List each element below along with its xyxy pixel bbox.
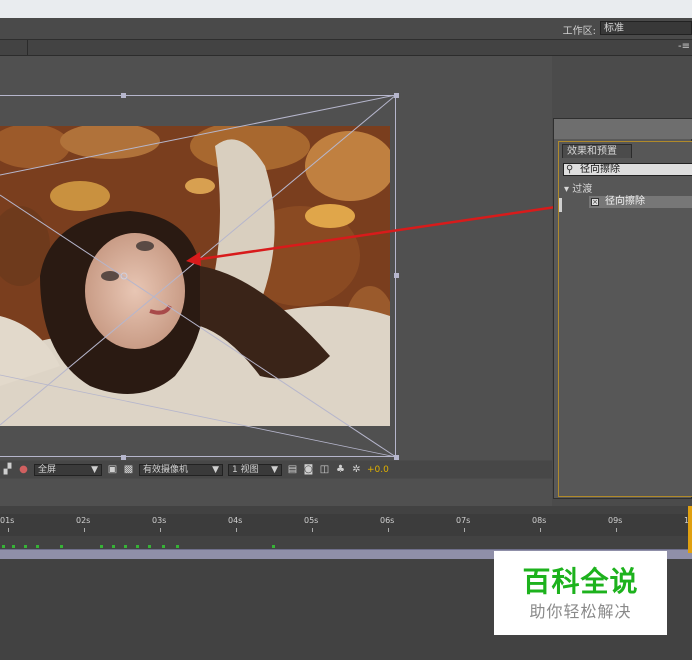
- chevron-down-icon: ▼: [271, 464, 278, 475]
- resolution-value: 全屏: [38, 464, 57, 475]
- category-label: 过渡: [572, 184, 593, 195]
- current-time-indicator[interactable]: [688, 506, 692, 553]
- watermark-logo: 百科全说 助你轻松解决: [494, 551, 667, 635]
- effects-presets-panel: 效果和预置 ⚲ 径向擦除 ▾ 过渡 × 径向擦除: [553, 118, 692, 499]
- effect-icon: ×: [591, 198, 599, 206]
- panel-tab-bar: -≡: [0, 40, 692, 56]
- marker-dot: [36, 545, 39, 548]
- tick-label: 08s: [532, 516, 547, 525]
- camera-dropdown[interactable]: 有效摄像机 ▼: [139, 463, 223, 476]
- camera-value: 有效摄像机: [143, 464, 189, 475]
- tick-mark: [312, 528, 313, 532]
- transform-handle[interactable]: [394, 273, 399, 278]
- marker-dot: [2, 545, 5, 548]
- time-ruler[interactable]: 01s02s03s04s05s06s07s08s09s10: [0, 514, 692, 536]
- chevron-down-icon: ▼: [212, 464, 219, 475]
- tick-mark: [84, 528, 85, 532]
- tick-mark: [464, 528, 465, 532]
- marker-dot: [124, 545, 127, 548]
- workspace-label: 工作区:: [562, 26, 596, 37]
- transform-handle[interactable]: [394, 455, 399, 460]
- effects-search-input[interactable]: ⚲ 径向擦除: [563, 163, 692, 176]
- tick-label: 04s: [228, 516, 243, 525]
- floating-panel-titlebar[interactable]: [554, 119, 692, 139]
- tick-mark: [236, 528, 237, 532]
- panel-scrollbar[interactable]: [559, 198, 562, 212]
- tick-mark: [540, 528, 541, 532]
- tick-label: 05s: [304, 516, 319, 525]
- triangle-down-icon: ▾: [564, 184, 570, 195]
- marker-dot: [100, 545, 103, 548]
- marker-dot: [24, 545, 27, 548]
- watermark-title: 百科全说: [522, 565, 639, 598]
- tick-label: 09s: [608, 516, 623, 525]
- tab-divider: [27, 40, 28, 55]
- exposure-value[interactable]: +0.0: [367, 465, 389, 475]
- transform-handle[interactable]: [121, 93, 126, 98]
- pixel-aspect-icon[interactable]: ▤: [287, 464, 298, 475]
- flowchart-icon[interactable]: ♣: [335, 464, 346, 475]
- panel-gap: [0, 479, 552, 506]
- views-dropdown[interactable]: 1 视图 ▼: [228, 463, 282, 476]
- marker-dot: [148, 545, 151, 548]
- tick-label: 06s: [380, 516, 395, 525]
- effect-item-label: 径向擦除: [605, 196, 645, 207]
- region-of-interest-icon[interactable]: ▣: [107, 464, 118, 475]
- transparency-grid-icon[interactable]: ▩: [123, 464, 134, 475]
- category-transition[interactable]: ▾ 过渡: [564, 180, 592, 195]
- marker-dot: [60, 545, 63, 548]
- resolution-dropdown[interactable]: 全屏 ▼: [34, 463, 102, 476]
- marker-dot: [162, 545, 165, 548]
- tick-label: 07s: [456, 516, 471, 525]
- transform-handle[interactable]: [394, 93, 399, 98]
- color-channels-icon[interactable]: ●: [18, 464, 29, 475]
- panel-menu-icon[interactable]: -≡: [678, 41, 690, 52]
- marker-dot: [176, 545, 179, 548]
- tick-mark: [8, 528, 9, 532]
- tick-label: 02s: [76, 516, 91, 525]
- tick-mark: [616, 528, 617, 532]
- transform-handle[interactable]: [121, 455, 126, 460]
- tab-effects-presets[interactable]: 效果和预置: [562, 144, 632, 158]
- effects-panel-body: 效果和预置 ⚲ 径向擦除 ▾ 过渡 × 径向擦除: [558, 141, 692, 497]
- workspace-select[interactable]: 标准: [600, 21, 692, 35]
- timeline-icon[interactable]: ◫: [319, 464, 330, 475]
- views-value: 1 视图: [232, 464, 259, 475]
- workspace-bar: 工作区: 标准: [0, 18, 692, 40]
- search-icon: ⚲: [566, 164, 574, 175]
- marker-dot: [112, 545, 115, 548]
- fast-preview-icon[interactable]: ◙: [303, 464, 314, 475]
- tick-mark: [388, 528, 389, 532]
- tick-mark: [160, 528, 161, 532]
- search-value: 径向擦除: [580, 164, 620, 175]
- annotation-arrow: [186, 200, 591, 266]
- exposure-icon[interactable]: ✲: [351, 464, 362, 475]
- marker-dot: [272, 545, 275, 548]
- watermark-subtitle: 助你轻松解决: [529, 602, 632, 621]
- tick-label: 01s: [0, 516, 15, 525]
- tick-label: 03s: [152, 516, 167, 525]
- chevron-down-icon: ▼: [91, 464, 98, 475]
- browser-top-strip: [0, 0, 692, 18]
- marker-dot: [136, 545, 139, 548]
- toggle-mask-icon[interactable]: ▞: [2, 464, 13, 475]
- effect-item-radial-wipe[interactable]: × 径向擦除: [589, 196, 692, 208]
- marker-dot: [12, 545, 15, 548]
- viewer-toolbar: ▞ ● 全屏 ▼ ▣ ▩ 有效摄像机 ▼ 1 视图 ▼ ▤ ◙ ◫ ♣ ✲ +0…: [0, 461, 552, 478]
- layer-diagonals: [0, 95, 397, 457]
